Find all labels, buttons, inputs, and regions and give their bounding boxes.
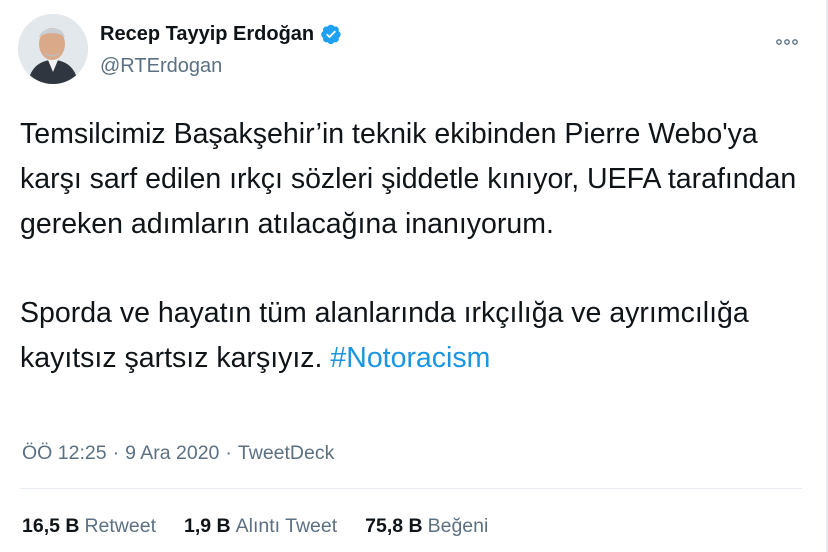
- avatar[interactable]: [18, 14, 88, 84]
- tweet-source[interactable]: TweetDeck: [238, 442, 334, 464]
- author-name-row[interactable]: Recep Tayyip Erdoğan: [100, 22, 342, 46]
- tweet-text: Temsilcimiz Başakşehir’in teknik ekibind…: [20, 112, 810, 381]
- tweet-date[interactable]: 9 Ara 2020: [125, 442, 219, 464]
- author-handle[interactable]: @RTErdogan: [100, 54, 222, 78]
- tweet-stats: 16,5 B Retweet 1,9 B Alıntı Tweet 75,8 B Be…: [22, 514, 516, 538]
- tweet-time[interactable]: ÖÖ 12:25: [22, 442, 107, 464]
- divider: [20, 488, 802, 489]
- verified-badge-icon: [321, 24, 341, 45]
- likes-count: 75,8 B: [365, 515, 423, 537]
- author-name[interactable]: Recep Tayyip Erdoğan: [100, 22, 314, 46]
- tweet-paragraph: Temsilcimiz Başakşehir’in teknik ekibind…: [20, 118, 797, 240]
- quote-tweets-stat[interactable]: 1,9 B Alıntı Tweet: [184, 514, 337, 538]
- meta-separator: ·: [225, 442, 232, 464]
- likes-stat[interactable]: 75,8 B Beğeni: [365, 514, 488, 538]
- tweet-card: Recep Tayyip Erdoğan @RTErdogan Temsilci…: [0, 0, 828, 552]
- retweets-count: 16,5 B: [22, 515, 80, 537]
- quote-tweets-label: Alıntı Tweet: [235, 515, 338, 537]
- quote-tweets-count: 1,9 B: [184, 515, 231, 537]
- likes-label: Beğeni: [427, 515, 489, 537]
- tweet-meta: ÖÖ 12:25 · 9 Ara 2020 · TweetDeck: [22, 441, 334, 465]
- retweets-stat[interactable]: 16,5 B Retweet: [22, 514, 156, 538]
- more-options-icon[interactable]: [776, 30, 798, 51]
- tweet-paragraph: Sporda ve hayatın tüm alanlarında ırkçıl…: [20, 291, 810, 381]
- meta-separator: ·: [112, 442, 120, 464]
- retweets-label: Retweet: [84, 515, 156, 537]
- hashtag-link[interactable]: #Notoracism: [330, 342, 490, 374]
- avatar-photo-icon: [18, 14, 88, 84]
